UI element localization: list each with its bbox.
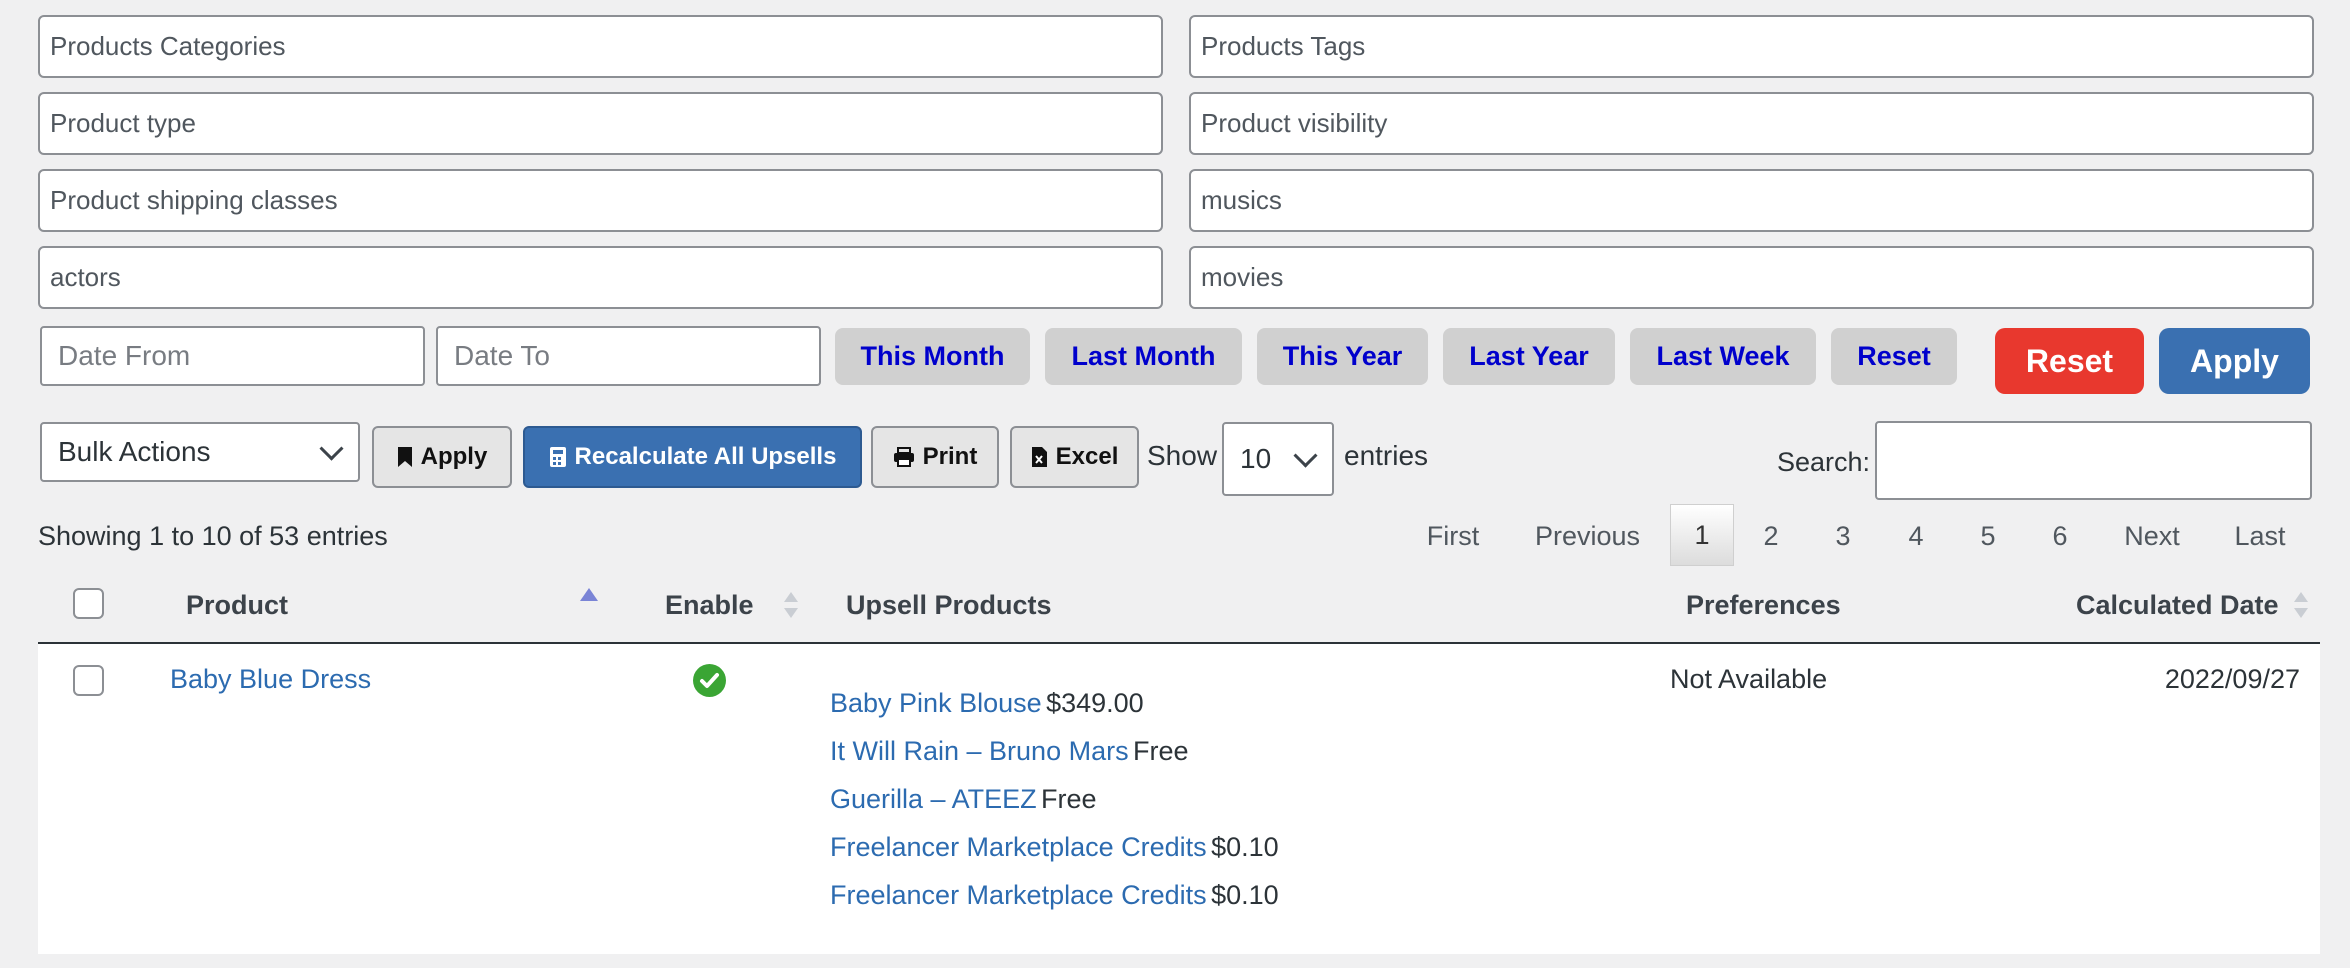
printer-icon bbox=[893, 447, 914, 467]
pagination-page-6[interactable]: 6 bbox=[2032, 506, 2088, 566]
last-week-button[interactable]: Last Week bbox=[1630, 328, 1816, 385]
upsell-item: Freelancer Marketplace Credits $0.10 bbox=[830, 832, 1279, 863]
entries-per-page-value: 10 bbox=[1240, 443, 1272, 474]
preferences-value: Not Available bbox=[1670, 664, 1828, 694]
upsell-item: Baby Pink Blouse $349.00 bbox=[830, 688, 1144, 719]
range-reset-button[interactable]: Reset bbox=[1831, 328, 1957, 385]
this-year-button[interactable]: This Year bbox=[1257, 328, 1428, 385]
filter-movies[interactable]: movies bbox=[1189, 246, 2314, 309]
pagination-page-5[interactable]: 5 bbox=[1960, 506, 2016, 566]
show-label: Show bbox=[1147, 440, 1218, 471]
bookmark-icon bbox=[397, 447, 412, 467]
table-row: Baby Blue Dress Baby Pink Blouse $349.00… bbox=[38, 644, 2320, 954]
upsell-product-link[interactable]: Freelancer Marketplace Credits bbox=[830, 880, 1207, 910]
table-info: Showing 1 to 10 of 53 entries bbox=[38, 520, 388, 551]
search-label: Search: bbox=[1777, 446, 1871, 477]
upsell-price: $0.10 bbox=[1211, 880, 1279, 910]
excel-button[interactable]: Excel bbox=[1010, 426, 1139, 488]
column-header-enable[interactable]: Enable bbox=[665, 585, 754, 625]
pagination-page-2[interactable]: 2 bbox=[1743, 506, 1799, 566]
recalculate-label: Recalculate All Upsells bbox=[574, 443, 837, 470]
filter-products-categories[interactable]: Products Categories bbox=[38, 15, 1163, 78]
pagination-page-3[interactable]: 3 bbox=[1815, 506, 1871, 566]
upsell-price: $349.00 bbox=[1046, 688, 1144, 718]
filter-product-visibility[interactable]: Product visibility bbox=[1189, 92, 2314, 155]
pagination-page-1[interactable]: 1 bbox=[1670, 504, 1734, 566]
upsell-product-link[interactable]: Freelancer Marketplace Credits bbox=[830, 832, 1207, 862]
filter-product-shipping-classes[interactable]: Product shipping classes bbox=[38, 169, 1163, 232]
upsell-product-link[interactable]: Baby Pink Blouse bbox=[830, 688, 1042, 718]
filter-actors[interactable]: actors bbox=[38, 246, 1163, 309]
pagination-next[interactable]: Next bbox=[2108, 506, 2196, 566]
pagination-first[interactable]: First bbox=[1405, 506, 1501, 566]
file-excel-icon bbox=[1031, 447, 1047, 467]
reset-button[interactable]: Reset bbox=[1995, 328, 2144, 394]
calculator-icon bbox=[549, 447, 566, 467]
upsell-product-link[interactable]: Guerilla – ATEEZ bbox=[830, 784, 1037, 814]
sort-icon bbox=[784, 590, 798, 620]
column-header-preferences: Preferences bbox=[1686, 589, 1841, 620]
pagination-last[interactable]: Last bbox=[2220, 506, 2300, 566]
column-header-product[interactable]: Product bbox=[186, 585, 288, 625]
column-header-upsell-products: Upsell Products bbox=[846, 589, 1052, 620]
search-input[interactable] bbox=[1875, 421, 2312, 500]
upsell-item: Freelancer Marketplace Credits $0.10 bbox=[830, 880, 1279, 911]
product-link[interactable]: Baby Blue Dress bbox=[170, 664, 371, 695]
upsell-price: $0.10 bbox=[1211, 832, 1279, 862]
last-year-button[interactable]: Last Year bbox=[1443, 328, 1615, 385]
entries-label: entries bbox=[1344, 440, 1429, 471]
row-checkbox[interactable] bbox=[73, 665, 104, 696]
bulk-apply-label: Apply bbox=[420, 443, 488, 470]
upsell-item: It Will Rain – Bruno Mars Free bbox=[830, 736, 1189, 767]
column-header-calculated-date[interactable]: Calculated Date bbox=[2076, 585, 2279, 625]
excel-label: Excel bbox=[1055, 443, 1119, 470]
pagination-page-4[interactable]: 4 bbox=[1888, 506, 1944, 566]
chevron-down-icon bbox=[319, 436, 344, 461]
filter-products-tags[interactable]: Products Tags bbox=[1189, 15, 2314, 78]
recalculate-upsells-button[interactable]: Recalculate All Upsells bbox=[523, 426, 862, 488]
bulk-actions-value: Bulk Actions bbox=[58, 436, 211, 467]
apply-filters-button[interactable]: Apply bbox=[2159, 328, 2310, 394]
sort-icon bbox=[2294, 590, 2308, 620]
enabled-check-icon bbox=[693, 664, 726, 697]
bulk-actions-select[interactable]: Bulk Actions bbox=[40, 422, 360, 482]
this-month-button[interactable]: This Month bbox=[835, 328, 1030, 385]
sort-ascending-icon bbox=[580, 588, 598, 601]
select-all-checkbox[interactable] bbox=[73, 588, 104, 619]
filter-musics[interactable]: musics bbox=[1189, 169, 2314, 232]
chevron-down-icon bbox=[1293, 443, 1318, 468]
filter-product-type[interactable]: Product type bbox=[38, 92, 1163, 155]
last-month-button[interactable]: Last Month bbox=[1045, 328, 1242, 385]
entries-per-page-select[interactable]: 10 bbox=[1222, 422, 1334, 496]
calculated-date-value: 2022/09/27 bbox=[2164, 664, 2300, 694]
print-button[interactable]: Print bbox=[871, 426, 999, 488]
upsell-item: Guerilla – ATEEZ Free bbox=[830, 784, 1097, 815]
upsell-product-link[interactable]: It Will Rain – Bruno Mars bbox=[830, 736, 1129, 766]
print-label: Print bbox=[922, 443, 978, 470]
upsell-price: Free bbox=[1041, 784, 1097, 814]
date-from-input[interactable]: Date From bbox=[40, 326, 425, 386]
date-to-input[interactable]: Date To bbox=[436, 326, 821, 386]
upsell-price: Free bbox=[1133, 736, 1189, 766]
pagination-previous[interactable]: Previous bbox=[1520, 506, 1655, 566]
bulk-apply-button[interactable]: Apply bbox=[372, 426, 512, 488]
